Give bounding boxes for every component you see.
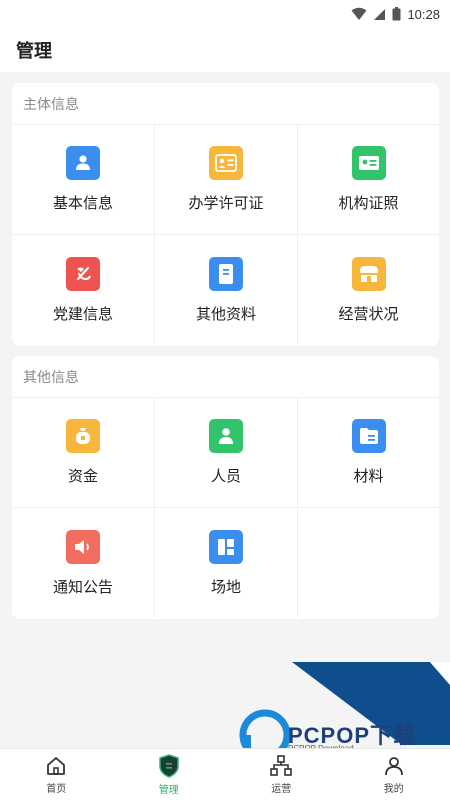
menu-item-label: 其他资料 bbox=[195, 305, 256, 323]
menu-item-business-status[interactable]: 经营状况 bbox=[298, 235, 439, 345]
menu-item-funds[interactable]: 资金 bbox=[12, 398, 155, 508]
menu-item-label: 经营状况 bbox=[338, 305, 399, 323]
app-header: 管理 bbox=[0, 28, 450, 72]
wifi-icon bbox=[351, 7, 367, 20]
section-other-info: 其他信息 资金 人员 材料 通知公告 场地 bbox=[12, 356, 439, 619]
shield-icon bbox=[159, 753, 179, 778]
user-icon bbox=[209, 419, 243, 453]
status-bar: 10:28 bbox=[0, 0, 450, 28]
tab-label: 管理 bbox=[158, 784, 179, 796]
license-icon bbox=[209, 146, 243, 180]
layout-icon bbox=[209, 529, 243, 564]
menu-item-materials[interactable]: 材料 bbox=[298, 398, 439, 508]
menu-item-label: 机构证照 bbox=[338, 195, 399, 212]
tab-operations[interactable]: 运营 bbox=[225, 749, 338, 800]
menu-item-venue[interactable]: 场地 bbox=[155, 508, 298, 618]
menu-item-label: 党建信息 bbox=[52, 305, 113, 323]
tab-home[interactable]: 首页 bbox=[0, 749, 113, 800]
menu-item-announcements[interactable]: 通知公告 bbox=[12, 508, 155, 618]
tab-label: 运营 bbox=[271, 783, 292, 795]
signal-icon bbox=[374, 8, 386, 20]
person-card-icon bbox=[66, 146, 100, 180]
menu-item-personnel[interactable]: 人员 bbox=[155, 398, 298, 508]
tab-label: 我的 bbox=[383, 783, 404, 795]
menu-item-label: 材料 bbox=[353, 468, 384, 485]
tab-label: 首页 bbox=[46, 783, 67, 795]
speaker-icon bbox=[66, 529, 100, 564]
tab-mine[interactable]: 我的 bbox=[338, 749, 450, 800]
section-main-info: 主体信息 基本信息 办学许可证 机构证照 党建信息 其他资料 经营状况 bbox=[12, 83, 439, 346]
bottom-tab-bar: 首页 管理 运营 我的 bbox=[0, 748, 450, 800]
section-title: 其他信息 bbox=[12, 356, 439, 398]
menu-item-label: 办学许可证 bbox=[188, 195, 264, 212]
empty-cell bbox=[298, 508, 439, 618]
tab-manage[interactable]: 管理 bbox=[113, 749, 226, 800]
section-title: 主体信息 bbox=[12, 83, 439, 125]
home-icon bbox=[47, 756, 66, 775]
money-bag-icon bbox=[66, 419, 100, 453]
menu-item-basic-info[interactable]: 基本信息 bbox=[12, 125, 155, 235]
menu-item-label: 人员 bbox=[210, 468, 241, 485]
battery-icon bbox=[392, 7, 401, 21]
menu-item-school-license[interactable]: 办学许可证 bbox=[155, 125, 298, 235]
party-emblem-icon bbox=[66, 256, 100, 291]
document-icon bbox=[209, 256, 243, 291]
menu-item-party-info[interactable]: 党建信息 bbox=[12, 235, 155, 345]
menu-item-org-license[interactable]: 机构证照 bbox=[298, 125, 439, 235]
org-chart-icon bbox=[270, 754, 293, 776]
status-time: 10:28 bbox=[407, 6, 440, 22]
folder-icon bbox=[351, 419, 386, 453]
user-icon bbox=[384, 756, 403, 775]
store-icon bbox=[351, 256, 386, 291]
menu-item-label: 通知公告 bbox=[52, 578, 113, 596]
menu-item-other-docs[interactable]: 其他资料 bbox=[155, 235, 298, 345]
menu-item-label: 基本信息 bbox=[52, 195, 113, 212]
menu-item-label: 资金 bbox=[67, 468, 98, 485]
page-title: 管理 bbox=[16, 41, 52, 61]
id-card-icon bbox=[351, 146, 386, 180]
menu-item-label: 场地 bbox=[210, 578, 241, 596]
